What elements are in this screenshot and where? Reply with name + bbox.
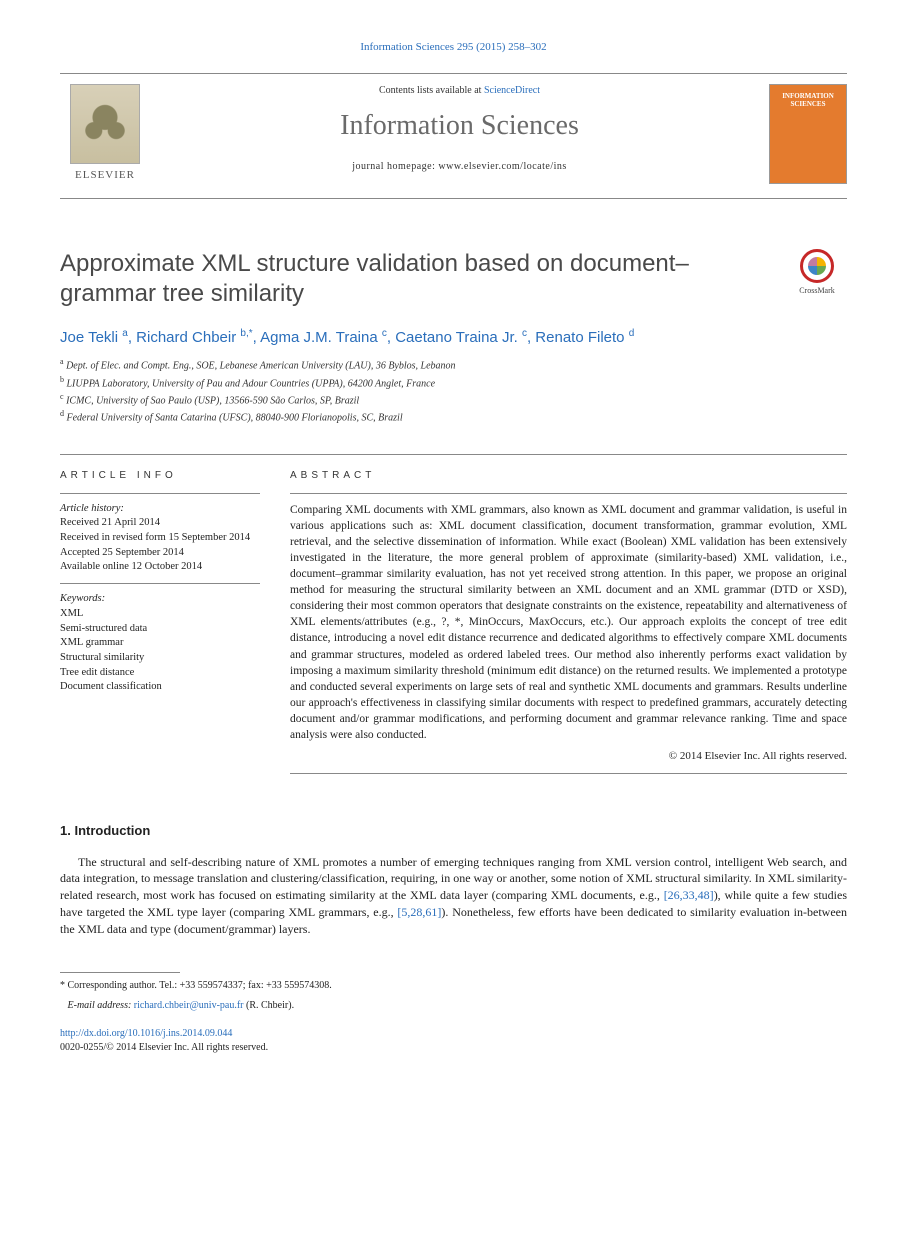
elsevier-tree-icon — [70, 84, 140, 164]
history-item: Received 21 April 2014 — [60, 517, 160, 528]
homepage-prefix: journal homepage: — [352, 161, 438, 172]
history-item: Received in revised form 15 September 20… — [60, 532, 250, 543]
email-link[interactable]: richard.chbeir@univ-pau.fr — [134, 1000, 244, 1011]
authors-line: Joe Tekli a, Richard Chbeir b,*, Agma J.… — [60, 327, 847, 348]
keyword: Structural similarity — [60, 652, 144, 663]
keyword: XML — [60, 608, 83, 619]
author[interactable]: Richard Chbeir b,* — [136, 329, 252, 346]
sciencedirect-link[interactable]: ScienceDirect — [484, 85, 540, 96]
journal-name: Information Sciences — [168, 106, 751, 145]
affiliation: b LIUPPA Laboratory, University of Pau a… — [60, 374, 847, 391]
issn-copyright-line: 0020-0255/© 2014 Elsevier Inc. All right… — [60, 1041, 847, 1055]
homepage-url[interactable]: www.elsevier.com/locate/ins — [438, 161, 566, 172]
section-heading-intro: 1. Introduction — [60, 822, 847, 840]
abstract-column: ABSTRACT Comparing XML documents with XM… — [290, 455, 847, 782]
doi-line: http://dx.doi.org/10.1016/j.ins.2014.09.… — [60, 1027, 847, 1041]
article-info-column: ARTICLE INFO Article history: Received 2… — [60, 455, 260, 782]
affiliation: a Dept. of Elec. and Compt. Eng., SOE, L… — [60, 356, 847, 373]
author[interactable]: Renato Fileto d — [535, 329, 634, 346]
crossmark-label: CrossMark — [799, 285, 835, 296]
article-info-heading: ARTICLE INFO — [60, 469, 260, 483]
article-title: Approximate XML structure validation bas… — [60, 249, 767, 309]
homepage-line: journal homepage: www.elsevier.com/locat… — [168, 160, 751, 174]
contents-line: Contents lists available at ScienceDirec… — [168, 84, 751, 98]
email-line: E-mail address: richard.chbeir@univ-pau.… — [60, 999, 847, 1013]
abstract-heading: ABSTRACT — [290, 469, 847, 483]
author[interactable]: Agma J.M. Traina c — [260, 329, 387, 346]
keyword: XML grammar — [60, 637, 123, 648]
header-center: Contents lists available at ScienceDirec… — [168, 84, 751, 173]
history-label: Article history: — [60, 503, 124, 514]
citation-link[interactable]: [5,28,61] — [397, 905, 441, 919]
keyword: Semi-structured data — [60, 623, 147, 634]
email-owner: (R. Chbeir). — [246, 1000, 294, 1011]
corresponding-author-note: * Corresponding author. Tel.: +33 559574… — [60, 979, 847, 993]
footnote-separator — [60, 972, 180, 973]
intro-paragraph: The structural and self-describing natur… — [60, 854, 847, 938]
abstract-copyright: © 2014 Elsevier Inc. All rights reserved… — [290, 749, 847, 764]
affiliations: a Dept. of Elec. and Compt. Eng., SOE, L… — [60, 356, 847, 425]
abstract-text: Comparing XML documents with XML grammar… — [290, 502, 847, 743]
affiliation: c ICMC, University of Sao Paulo (USP), 1… — [60, 391, 847, 408]
publisher-name: ELSEVIER — [75, 168, 135, 183]
author[interactable]: Joe Tekli a — [60, 329, 128, 346]
history-item: Accepted 25 September 2014 — [60, 547, 184, 558]
article-history: Article history: Received 21 April 2014 … — [60, 502, 260, 575]
history-item: Available online 12 October 2014 — [60, 561, 202, 572]
publisher-logo-block: ELSEVIER — [60, 84, 150, 183]
contents-prefix: Contents lists available at — [379, 85, 484, 96]
journal-cover-thumbnail: INFORMATION SCIENCES — [769, 84, 847, 184]
cover-title: INFORMATION SCIENCES — [774, 93, 842, 108]
journal-header: ELSEVIER Contents lists available at Sci… — [60, 73, 847, 199]
keyword: Document classification — [60, 681, 162, 692]
affiliation: d Federal University of Santa Catarina (… — [60, 408, 847, 425]
citation-header: Information Sciences 295 (2015) 258–302 — [60, 40, 847, 55]
email-label: E-mail address: — [68, 1000, 132, 1011]
doi-link[interactable]: http://dx.doi.org/10.1016/j.ins.2014.09.… — [60, 1028, 232, 1039]
keyword: Tree edit distance — [60, 667, 134, 678]
citation-link[interactable]: [26,33,48] — [664, 888, 714, 902]
crossmark-icon — [800, 249, 834, 283]
keywords-label: Keywords: — [60, 593, 105, 604]
keywords-block: Keywords: XML Semi-structured data XML g… — [60, 592, 260, 695]
crossmark-badge[interactable]: CrossMark — [787, 249, 847, 296]
author[interactable]: Caetano Traina Jr. c — [395, 329, 527, 346]
